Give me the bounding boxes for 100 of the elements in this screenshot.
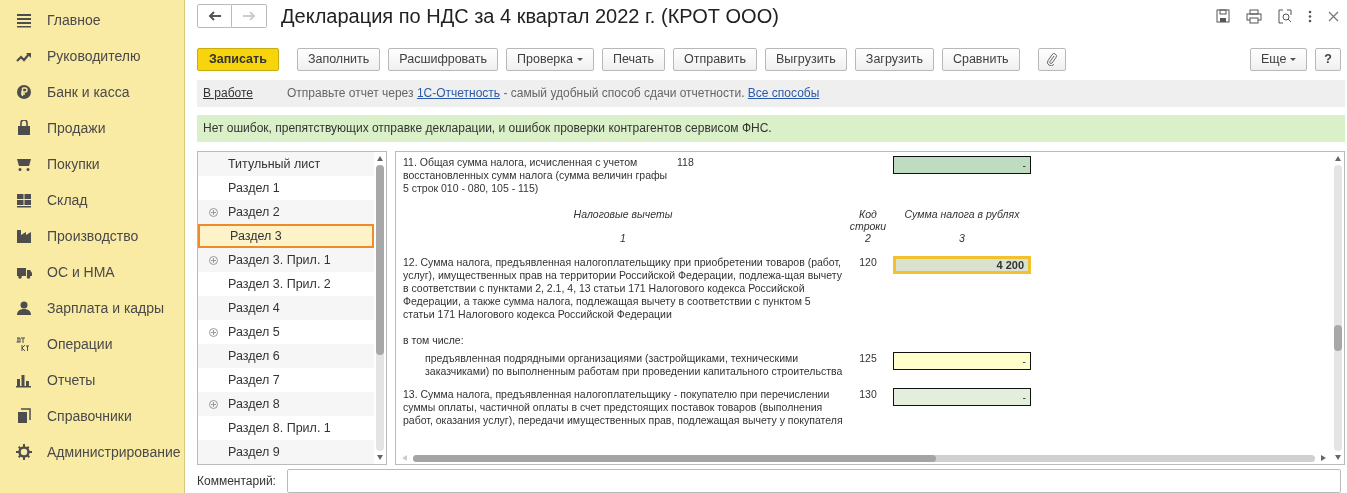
expand-icon[interactable] — [208, 399, 218, 409]
preview-icon[interactable] — [1278, 8, 1292, 24]
toolbar-button[interactable]: Загрузить — [854, 47, 934, 71]
dropdown-button[interactable]: Проверка — [506, 47, 594, 71]
print-icon[interactable] — [1246, 8, 1262, 24]
column-header: Сумма налога в рублях — [903, 208, 1021, 220]
help-button[interactable]: ? — [1315, 47, 1341, 71]
tree-item[interactable]: Раздел 3. Прил. 2 — [198, 272, 374, 296]
menu-icon — [16, 12, 32, 28]
column-header: Налоговые вычеты — [572, 208, 674, 220]
scroll-arrow-icon[interactable] — [1335, 455, 1341, 460]
caret-icon — [1290, 58, 1297, 62]
link[interactable]: 1С-Отчетность — [416, 86, 501, 101]
tree-item[interactable]: Раздел 1 — [198, 176, 374, 200]
expand-icon[interactable] — [208, 255, 218, 265]
tree-item[interactable]: Раздел 3. Прил. 1 — [198, 248, 374, 272]
gear-icon — [16, 444, 32, 460]
tree-item[interactable]: Раздел 4 — [198, 296, 374, 320]
tree-item[interactable]: Раздел 3 — [198, 224, 374, 248]
field-label: Комментарий: — [197, 474, 277, 488]
tree-item[interactable]: Раздел 2 — [198, 200, 374, 224]
column-number: 3 — [958, 232, 966, 244]
row-label: 13. Сумма налога, предъявленная налогоплательщику - покупателю при перечислении суммы оплаты, частичной оплаты в счет предстоящих поставок товаров (выполнения работ, оказания услуг), передачи имущественных прав, подлежащая вычету у покупателя — [403, 388, 843, 427]
sidebar-item[interactable]: Покупки — [0, 146, 184, 182]
toolbar-button[interactable]: Отправить — [672, 47, 757, 71]
row-label: в том числе: — [403, 334, 465, 347]
caret-icon — [577, 58, 583, 62]
back-button[interactable] — [197, 4, 232, 29]
expand-icon[interactable] — [208, 207, 218, 217]
bag-icon — [16, 120, 32, 136]
toolbar-button[interactable]: Выгрузить — [764, 47, 847, 71]
message-text: Нет ошибок, препятствующих отправке декларации, и ошибок проверки контрагентов сервисом ФНС. — [203, 121, 772, 136]
info-text: - самый удобный способ сдачи отчетности. — [503, 86, 745, 101]
arrow-left-icon — [207, 11, 222, 22]
tree-item[interactable]: Раздел 8 — [198, 392, 374, 416]
books-icon — [16, 408, 32, 424]
scroll-arrow-icon[interactable] — [377, 156, 383, 161]
sidebar-item[interactable]: Операции — [0, 326, 184, 362]
column-number: 1 — [619, 232, 627, 244]
sidebar-item[interactable]: ОС и НМА — [0, 254, 184, 290]
tree-item[interactable]: Раздел 7 — [198, 368, 374, 392]
tree-item[interactable]: Раздел 9 — [198, 440, 374, 464]
close-icon[interactable] — [1328, 10, 1339, 22]
toolbar-button[interactable]: Расшифровать — [388, 47, 498, 71]
paperclip-icon — [1046, 52, 1057, 66]
save-icon[interactable] — [1216, 9, 1230, 24]
amount-field[interactable]: 4 200 — [893, 256, 1031, 274]
sidebar-item[interactable]: Главное — [0, 2, 184, 38]
sidebar-item[interactable]: Банк и касса — [0, 74, 184, 110]
sidebar-item[interactable]: Зарплата и кадры — [0, 290, 184, 326]
amount-field[interactable]: - — [893, 156, 1031, 174]
sidebar-item[interactable]: Руководителю — [0, 38, 184, 74]
amount-field[interactable]: - — [893, 352, 1031, 370]
debit-credit-icon — [16, 337, 30, 351]
comment-field[interactable] — [287, 469, 1341, 493]
sidebar-item[interactable]: Склад — [0, 182, 184, 218]
tree-item[interactable]: Раздел 6 — [198, 344, 374, 368]
row-label: 11. Общая сумма налога, исчисленная с учетом восстановленных сумм налога (сумма величин графы 5 строк 010 - 080, 105 - 115) — [403, 156, 669, 195]
info-text: Отправьте отчет через — [287, 86, 414, 101]
row-label: 12. Сумма налога, предъявленная налогоплательщику при приобретении товаров (работ, услуг), имущественных прав на территории Российской Федерации, подлежа-щая вычету в соответствии с пунктами 2, 2.1, 4, 13 статьи 171 Налогового кодекса Российской Федерации, а также сумма налога, подлежащая вычету в соответствии с пунктом 5 статьи 171 Налогового кодекса Российской Федерации — [403, 256, 843, 321]
bar-chart-icon — [16, 372, 32, 388]
link[interactable]: Все способы — [747, 86, 820, 101]
toolbar-button[interactable]: Заполнить — [296, 47, 381, 71]
tree-item[interactable]: Раздел 5 — [198, 320, 374, 344]
sidebar-item[interactable]: Отчеты — [0, 362, 184, 398]
sidebar-item[interactable]: Продажи — [0, 110, 184, 146]
column-header: Код строки — [848, 208, 888, 232]
arrow-right-icon — [242, 11, 256, 22]
line-code: 125 — [858, 352, 878, 364]
row-label: предъявленная подрядными организациями (застройщиками, техническими заказчиками) по выполненным работам при проведении капитального строительства — [425, 352, 843, 378]
scroll-arrow-icon[interactable] — [377, 455, 383, 460]
scroll-arrow-icon[interactable] — [1335, 156, 1341, 161]
sidebar-item[interactable]: Администрирование — [0, 434, 184, 470]
toolbar-button[interactable]: Сравнить — [941, 47, 1020, 71]
sidebar-item[interactable]: Производство — [0, 218, 184, 254]
factory-icon — [16, 228, 32, 244]
column-number: 2 — [864, 232, 872, 244]
cart-icon — [16, 156, 32, 172]
tree-item[interactable]: Раздел 8. Прил. 1 — [198, 416, 374, 440]
line-code: 118 — [676, 156, 695, 168]
sidebar-item[interactable]: Справочники — [0, 398, 184, 434]
line-code: 130 — [858, 388, 878, 400]
more-icon[interactable] — [1308, 9, 1312, 23]
tree-item[interactable]: Титульный лист — [198, 152, 374, 176]
scroll-arrow-icon[interactable] — [1321, 455, 1326, 461]
grid-icon — [16, 192, 32, 208]
scroll-thumb[interactable] — [376, 165, 384, 355]
dropdown-button[interactable]: Еще — [1249, 47, 1308, 71]
toolbar-button[interactable]: Записать — [197, 47, 279, 71]
person-icon — [16, 300, 32, 316]
expand-icon[interactable] — [208, 327, 218, 337]
scroll-thumb[interactable] — [413, 454, 937, 462]
window-title: Декларация по НДС за 4 квартал 2022 г. (КРОТ ООО) — [281, 4, 780, 28]
ruble-icon — [16, 84, 32, 100]
status-link[interactable]: В работе — [203, 86, 253, 101]
toolbar-button[interactable]: Печать — [602, 47, 665, 71]
scroll-thumb[interactable] — [1334, 325, 1342, 351]
line-code: 120 — [858, 256, 878, 268]
attach-button[interactable] — [1037, 47, 1066, 71]
amount-field[interactable]: - — [893, 388, 1031, 406]
